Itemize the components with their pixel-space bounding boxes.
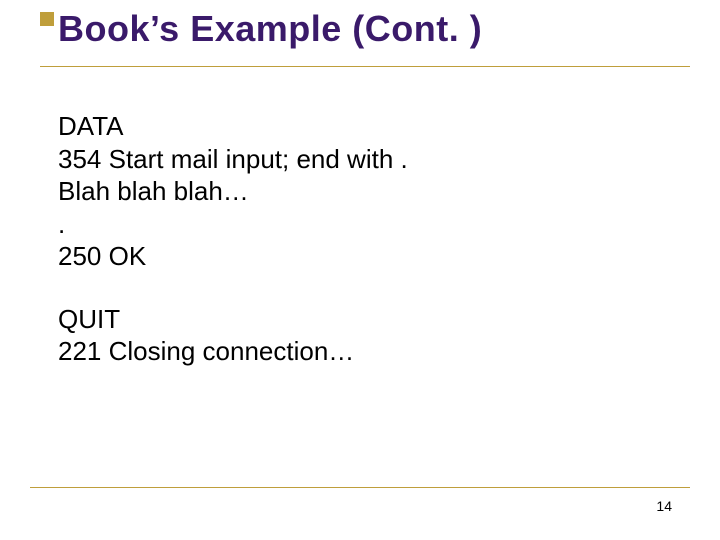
body-line-3: Blah blah blah… [58,175,408,208]
title-accent-box [40,12,54,26]
page-number: 14 [656,498,672,514]
body-line-1: DATA [58,110,408,143]
body-line-7: 221 Closing connection… [58,335,408,368]
title-underline [40,66,690,67]
slide: Book’s Example (Cont. ) DATA 354 Start m… [0,0,720,540]
slide-body: DATA 354 Start mail input; end with . Bl… [58,110,408,368]
footer-underline [30,487,690,488]
body-line-2: 354 Start mail input; end with . [58,143,408,176]
body-gap [58,273,408,303]
body-line-4: . [58,208,408,241]
body-line-6: QUIT [58,303,408,336]
body-line-5: 250 OK [58,240,408,273]
slide-title: Book’s Example (Cont. ) [58,8,482,50]
